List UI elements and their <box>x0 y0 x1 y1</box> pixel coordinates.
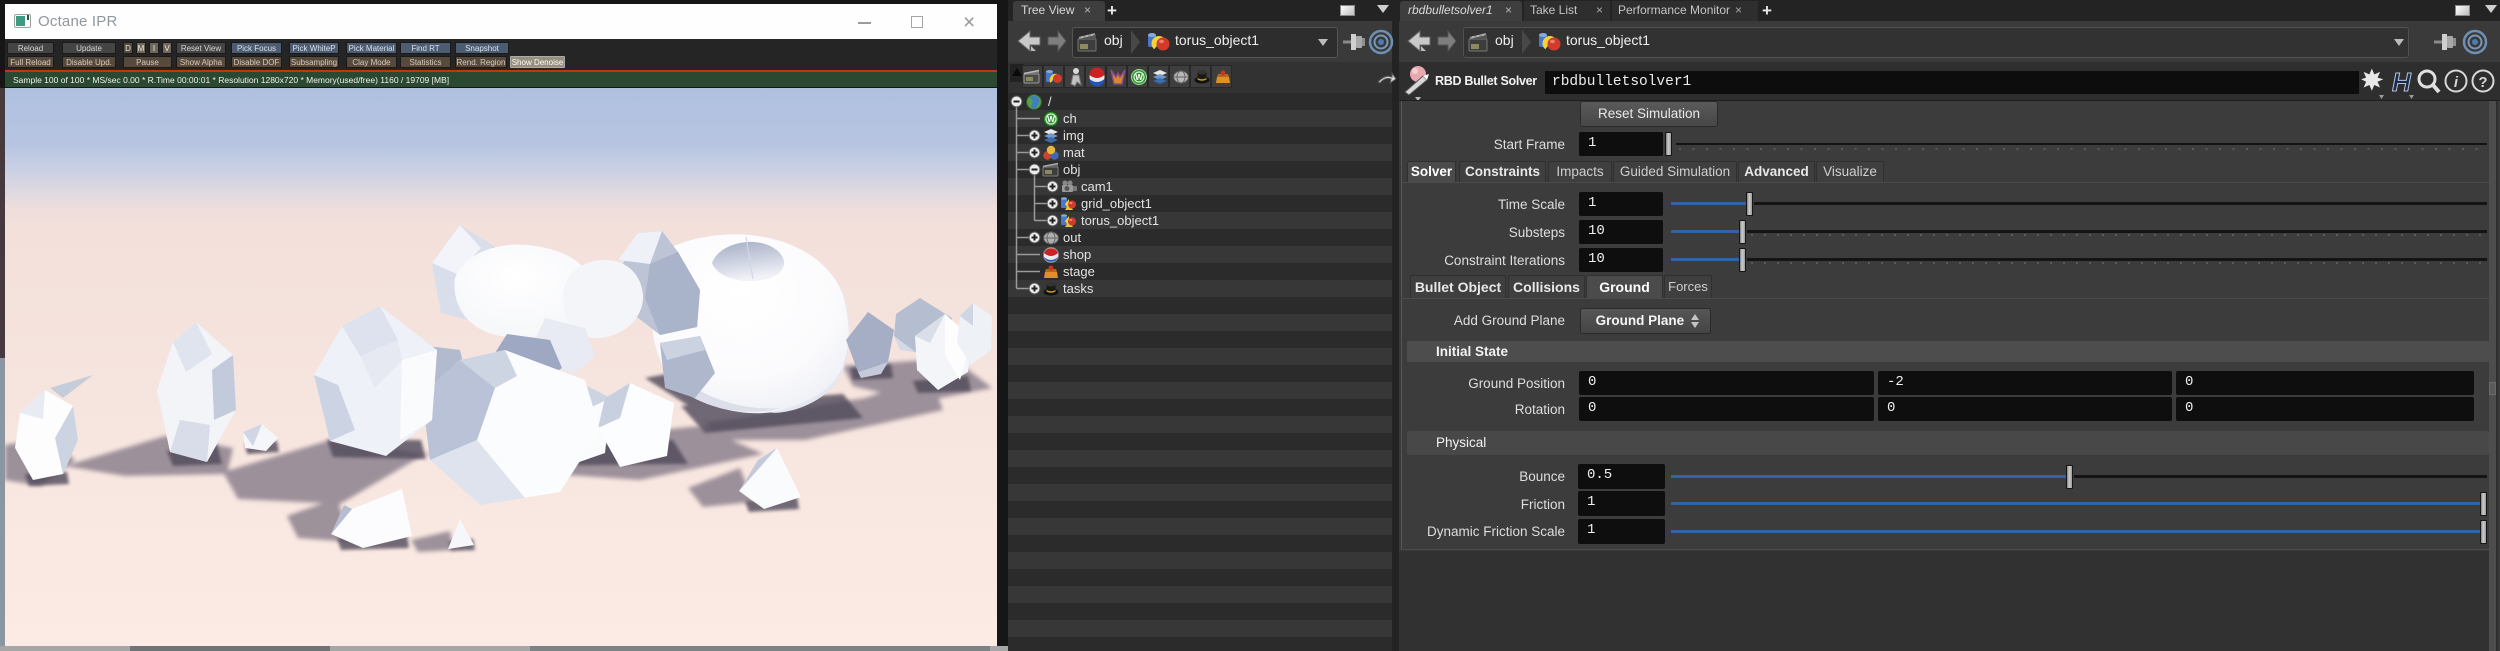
svg-text:W: W <box>1135 73 1143 82</box>
svg-text:?: ? <box>2478 74 2487 91</box>
svg-text:W: W <box>1047 115 1055 124</box>
svg-text:H: H <box>2392 67 2412 97</box>
svg-text:i: i <box>2454 74 2459 91</box>
